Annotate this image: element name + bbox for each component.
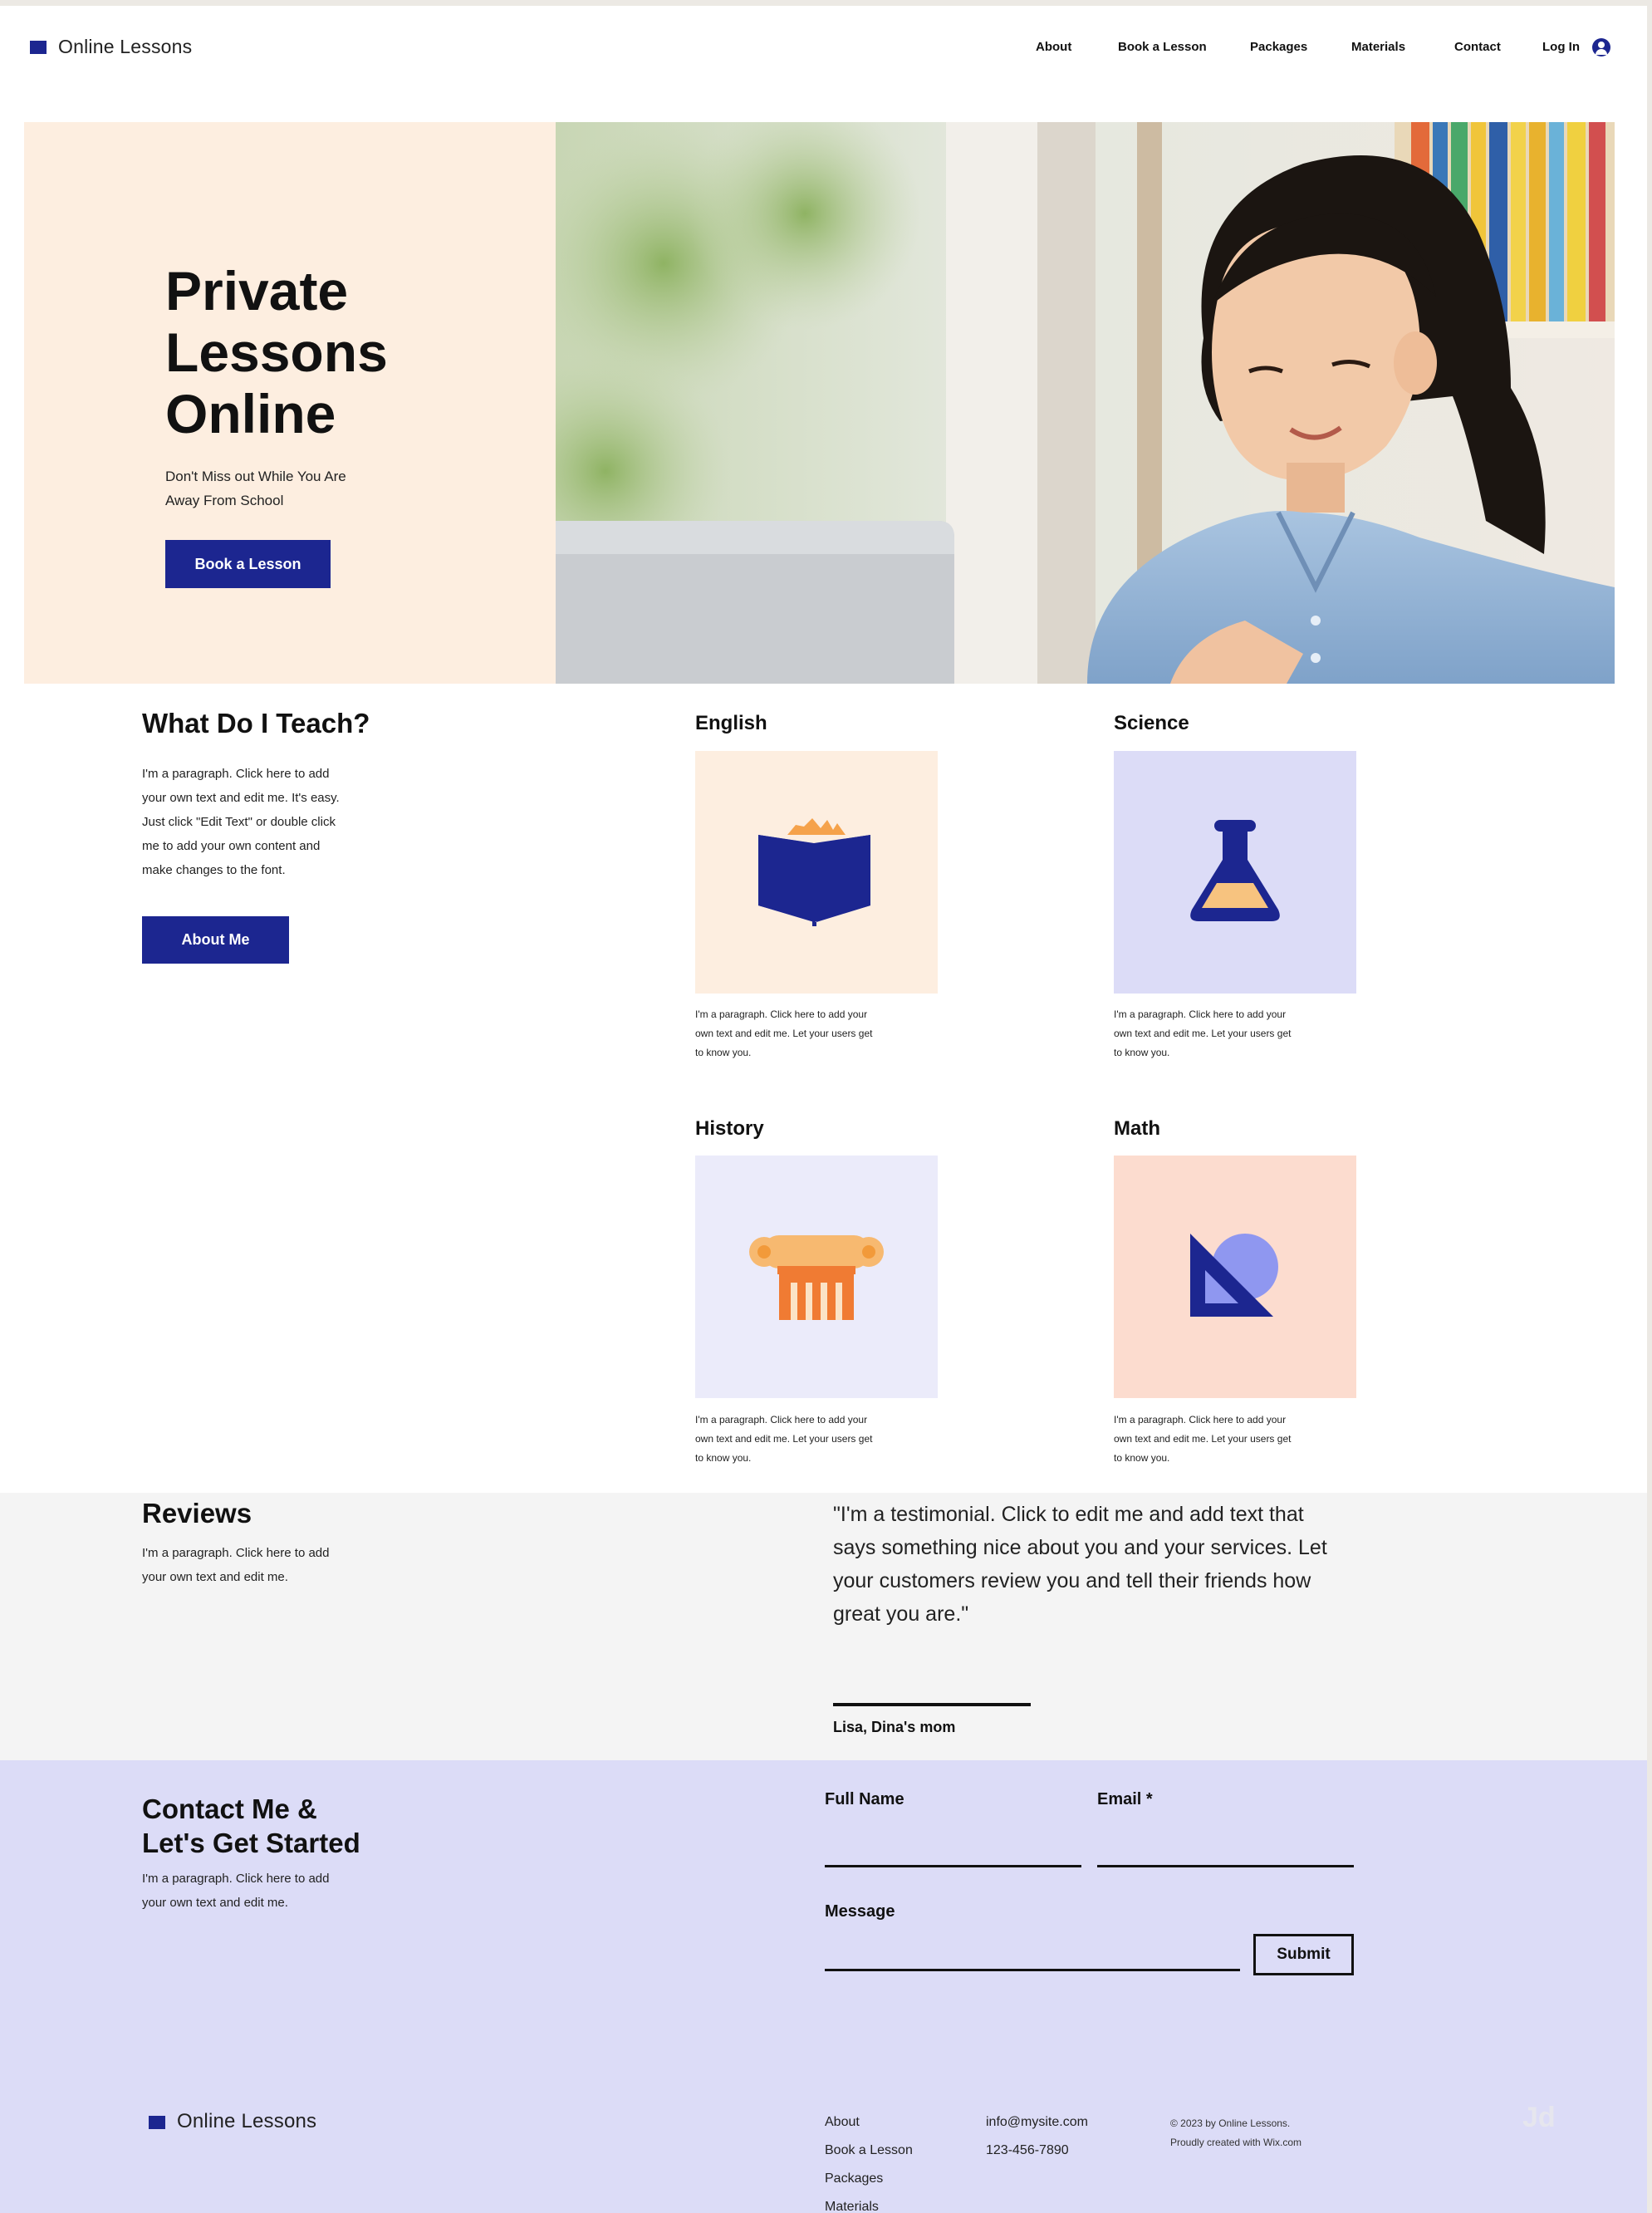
caption-line: I'm a paragraph. Click here to add your	[1114, 1008, 1287, 1020]
caption-line: to know you.	[1114, 1047, 1170, 1058]
page: Online Lessons About Book a Lesson Packa…	[0, 6, 1647, 2213]
watermark-logo: Jd	[1522, 2102, 1556, 2133]
contact-heading-line: Let's Get Started	[142, 1828, 360, 1858]
footer-logo[interactable]: Online Lessons	[177, 2110, 316, 2133]
quote-line: says something nice about you and your s…	[833, 1536, 1327, 1559]
right-gutter	[1647, 0, 1652, 2213]
subject-title-science: Science	[1114, 712, 1189, 734]
subject-title-math: Math	[1114, 1117, 1160, 1140]
email-label: Email *	[1097, 1790, 1153, 1808]
paragraph-line: Just click "Edit Text" or double click	[142, 815, 336, 829]
testimonial-author: Lisa, Dina's mom	[833, 1719, 956, 1735]
contact-heading: Contact Me & Let's Get Started	[142, 1792, 360, 1860]
caption-line: to know you.	[695, 1452, 752, 1464]
hero-title-line: Lessons	[165, 321, 388, 383]
message-input[interactable]	[825, 1969, 1240, 1971]
nav-about[interactable]: About	[1036, 40, 1071, 54]
site-logo[interactable]: Online Lessons	[58, 36, 192, 58]
caption-line: own text and edit me. Let your users get	[695, 1433, 873, 1445]
contact-paragraph: I'm a paragraph. Click here to add your …	[142, 1867, 329, 1915]
subject-caption-math: I'm a paragraph. Click here to add your …	[1114, 1411, 1338, 1468]
reviews-heading: Reviews	[142, 1498, 252, 1528]
copyright-line: Proudly created with Wix.com	[1170, 2137, 1302, 2148]
email-input[interactable]	[1097, 1865, 1354, 1867]
subject-tile-english[interactable]	[695, 751, 938, 994]
copyright-line: © 2023 by Online Lessons.	[1170, 2117, 1291, 2129]
teach-paragraph: I'm a paragraph. Click here to add your …	[142, 762, 340, 882]
user-avatar-icon[interactable]	[1592, 38, 1610, 56]
caption-line: own text and edit me. Let your users get	[695, 1028, 873, 1039]
subject-tile-history[interactable]	[695, 1156, 938, 1398]
nav-materials[interactable]: Materials	[1351, 40, 1405, 54]
subject-title-history: History	[695, 1117, 764, 1140]
reviews-section	[0, 1493, 1647, 1760]
full-name-label: Full Name	[825, 1790, 904, 1808]
subject-caption-english: I'm a paragraph. Click here to add your …	[695, 1005, 919, 1062]
student-at-laptop-illustration	[556, 122, 1615, 684]
testimonial-quote: "I'm a testimonial. Click to edit me and…	[833, 1498, 1327, 1631]
reviews-paragraph: I'm a paragraph. Click here to add your …	[142, 1541, 329, 1589]
column-icon	[749, 1235, 884, 1320]
logo-icon[interactable]	[30, 41, 47, 54]
subject-tile-science[interactable]	[1114, 751, 1356, 994]
hero-subtitle-line: Away From School	[165, 493, 284, 508]
full-name-input[interactable]	[825, 1865, 1081, 1867]
hero-title: Private Lessons Online	[165, 260, 388, 444]
quote-line: your customers review you and tell their…	[833, 1569, 1311, 1592]
caption-line: to know you.	[1114, 1452, 1170, 1464]
footer-link-about[interactable]: About	[825, 2108, 913, 2137]
footer-email[interactable]: info@mysite.com	[986, 2108, 1088, 2137]
paragraph-line: me to add your own content and	[142, 839, 321, 853]
submit-button[interactable]: Submit	[1253, 1934, 1354, 1975]
hero-photo	[556, 122, 1615, 684]
subject-tile-math[interactable]	[1114, 1156, 1356, 1398]
paragraph-line: I'm a paragraph. Click here to add	[142, 767, 330, 781]
subject-caption-history: I'm a paragraph. Click here to add your …	[695, 1411, 919, 1468]
subject-caption-science: I'm a paragraph. Click here to add your …	[1114, 1005, 1338, 1062]
message-label: Message	[825, 1902, 895, 1921]
caption-line: I'm a paragraph. Click here to add your	[1114, 1414, 1287, 1425]
footer-phone: 123-456-7890	[986, 2143, 1069, 2157]
footer-link-materials[interactable]: Materials	[825, 2193, 913, 2213]
footer-contact-info: info@mysite.com 123-456-7890	[986, 2108, 1088, 2165]
footer-logo-icon[interactable]	[149, 2116, 165, 2129]
contact-heading-line: Contact Me &	[142, 1793, 317, 1824]
hero-subtitle-line: Don't Miss out While You Are	[165, 469, 346, 484]
login-link[interactable]: Log In	[1542, 40, 1580, 54]
caption-line: to know you.	[695, 1047, 752, 1058]
paragraph-line: I'm a paragraph. Click here to add	[142, 1546, 330, 1560]
teach-heading: What Do I Teach?	[142, 708, 370, 738]
quote-line: great you are."	[833, 1602, 969, 1626]
paragraph-line: your own text and edit me. It's easy.	[142, 791, 340, 805]
hero-title-line: Online	[165, 383, 336, 444]
book-lesson-button[interactable]: Book a Lesson	[165, 540, 331, 588]
testimonial-divider	[833, 1703, 1031, 1706]
footer-links: About Book a Lesson Packages Materials	[825, 2108, 913, 2213]
paragraph-line: make changes to the font.	[142, 863, 286, 877]
nav-packages[interactable]: Packages	[1250, 40, 1307, 54]
paragraph-line: your own text and edit me.	[142, 1570, 288, 1584]
nav-contact[interactable]: Contact	[1454, 40, 1501, 54]
footer-copyright: © 2023 by Online Lessons. Proudly create…	[1170, 2114, 1302, 2152]
set-square-icon	[1190, 1234, 1278, 1317]
caption-line: own text and edit me. Let your users get	[1114, 1433, 1292, 1445]
caption-line: I'm a paragraph. Click here to add your	[695, 1414, 868, 1425]
hero-subtitle: Don't Miss out While You Are Away From S…	[165, 464, 346, 513]
footer-link-packages[interactable]: Packages	[825, 2165, 913, 2193]
footer-link-book-a-lesson[interactable]: Book a Lesson	[825, 2137, 913, 2165]
about-me-button[interactable]: About Me	[142, 916, 289, 964]
flask-icon	[1190, 820, 1280, 921]
quote-line: "I'm a testimonial. Click to edit me and…	[833, 1503, 1304, 1526]
paragraph-line: your own text and edit me.	[142, 1896, 288, 1910]
caption-line: I'm a paragraph. Click here to add your	[695, 1008, 868, 1020]
book-icon	[758, 818, 870, 926]
caption-line: own text and edit me. Let your users get	[1114, 1028, 1292, 1039]
hero-title-line: Private	[165, 260, 349, 321]
subject-title-english: English	[695, 712, 767, 734]
nav-book-a-lesson[interactable]: Book a Lesson	[1118, 40, 1207, 54]
paragraph-line: I'm a paragraph. Click here to add	[142, 1872, 330, 1886]
